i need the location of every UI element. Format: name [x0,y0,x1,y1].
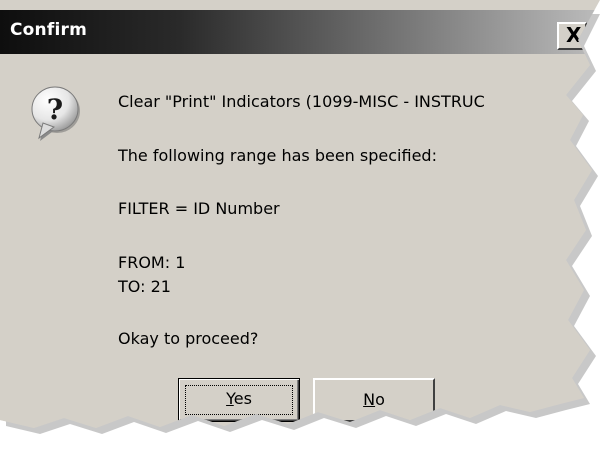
screenshot-canvas: Confirm X ? Clear "Print" Indicators (10… [0,0,600,453]
message-line-prompt: Okay to proceed? [118,329,259,348]
title-bar[interactable]: Confirm [0,10,600,54]
message-line-to: TO: 21 [118,277,171,296]
yes-button-label: Yes [226,389,252,408]
no-button-label: No [363,390,385,409]
window-title: Confirm [10,20,87,40]
close-icon: X [566,23,582,47]
message-line-filter: FILTER = ID Number [118,199,280,218]
confirm-dialog: Confirm X ? Clear "Print" Indicators (10… [0,0,600,428]
yes-button[interactable]: Yes [178,378,300,422]
message-line-range: The following range has been specified: [118,146,437,165]
svg-text:?: ? [47,93,63,126]
question-icon: ? [31,86,80,141]
message-line-from: FROM: 1 [118,253,186,272]
message-line-title: Clear "Print" Indicators (1099-MISC - IN… [118,92,485,111]
dialog-body [0,54,600,428]
